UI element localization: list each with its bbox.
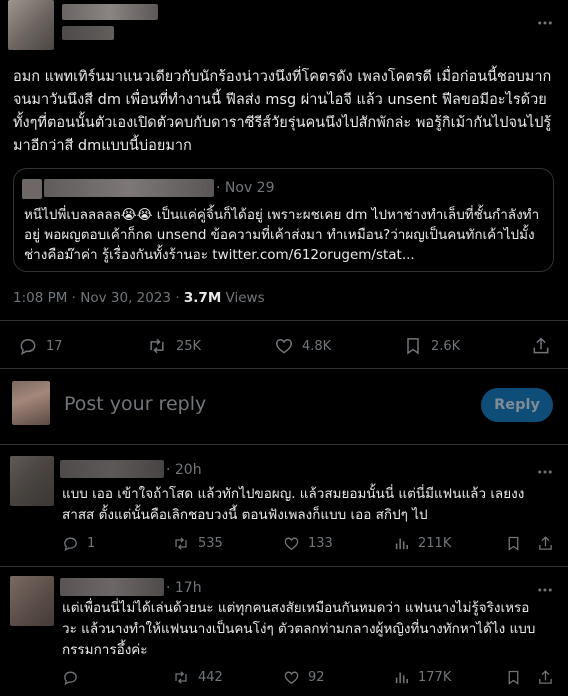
reply-icon	[62, 669, 79, 686]
reply-button[interactable]: 1	[62, 535, 95, 552]
author-avatar-blurred[interactable]	[8, 0, 54, 50]
reply-count: 17	[46, 338, 63, 354]
quoted-author-avatar-blurred	[22, 179, 42, 199]
bookmark-icon[interactable]	[505, 669, 522, 686]
like-button[interactable]: 92	[283, 669, 325, 686]
divider	[0, 320, 568, 321]
heart-icon	[283, 669, 300, 686]
retweet-button[interactable]: 442	[172, 669, 223, 686]
heart-icon	[283, 535, 300, 552]
bookmark-count: 2.6K	[431, 338, 461, 354]
reply-author-avatar-blurred[interactable]	[10, 456, 54, 506]
reply-time: · 17h	[166, 580, 202, 596]
retweet-count: 442	[198, 670, 223, 685]
quoted-author-name-blurred	[44, 179, 214, 197]
reply-text: แบบ เออ เข้าใจถ้าโสด แล้วทักไปขอผญ. แล้ว…	[62, 486, 525, 523]
like-button[interactable]: 133	[283, 535, 333, 552]
user-avatar-blurred	[12, 381, 50, 425]
views-count: 211K	[418, 536, 452, 551]
like-count: 92	[308, 670, 325, 685]
retweet-button[interactable]: 25K	[146, 336, 201, 356]
author-handle-blurred[interactable]	[62, 26, 114, 40]
reply-text: แต่เพื่อนนี่ไม่ได้เล่นด้วยนะ แต่ทุกคนสงส…	[62, 600, 536, 658]
bookmark-icon	[403, 336, 423, 356]
more-options-icon[interactable]	[536, 463, 554, 481]
views-button[interactable]: 177K	[393, 669, 451, 686]
quoted-tweet-text: หนีไปพี่เบลลลลล😭😭 เป็นแค่คู่จิ้นก็ได้อยู…	[24, 207, 540, 263]
share-icon[interactable]	[531, 336, 551, 356]
reply-author-name-blurred[interactable]	[60, 460, 164, 478]
tweet-text: อมก แพทเทิร์นมาแนวเดียวกับนักร้องน่าวงนึ…	[13, 69, 552, 154]
retweet-icon	[172, 669, 190, 686]
bookmark-icon[interactable]	[505, 535, 522, 552]
reply-time: · 20h	[166, 462, 202, 478]
tweet-timestamp: 1:08 PM · Nov 30, 2023 · 3.7M Views	[13, 290, 265, 306]
reply-button[interactable]	[62, 669, 87, 686]
reply-icon	[18, 336, 38, 356]
divider	[0, 368, 568, 369]
reply-submit-button[interactable]: Reply	[481, 388, 553, 422]
like-count: 133	[308, 536, 333, 551]
views-count: 3.7M	[183, 290, 222, 306]
reply-button[interactable]: 17	[18, 336, 63, 356]
share-icon[interactable]	[537, 669, 554, 686]
quoted-tweet-card[interactable]: · Nov 29 หนีไปพี่เบลลลลล😭😭 เป็นแค่คู่จิ้…	[13, 168, 554, 272]
retweet-count: 535	[198, 536, 223, 551]
share-icon[interactable]	[537, 535, 554, 552]
reply-submit-label: Reply	[494, 397, 540, 413]
author-name-blurred[interactable]	[62, 4, 158, 20]
views-chart-icon	[393, 535, 410, 552]
divider	[0, 566, 568, 567]
reply-input[interactable]: Post your reply	[64, 393, 206, 415]
retweet-button[interactable]: 535	[172, 535, 223, 552]
views-chart-icon	[393, 669, 410, 686]
retweet-count: 25K	[176, 338, 202, 354]
divider	[0, 444, 568, 445]
reply-author-name-blurred[interactable]	[60, 578, 164, 596]
views-label: Views	[221, 290, 265, 306]
timestamp-text: 1:08 PM · Nov 30, 2023 ·	[13, 290, 184, 306]
more-options-icon[interactable]	[536, 14, 554, 32]
views-button[interactable]: 211K	[393, 535, 451, 552]
like-count: 4.8K	[302, 338, 332, 354]
heart-icon	[274, 336, 294, 356]
retweet-icon	[172, 535, 190, 552]
more-options-icon[interactable]	[536, 581, 554, 599]
bookmark-button[interactable]: 2.6K	[403, 336, 460, 356]
reply-count: 1	[87, 536, 96, 551]
reply-author-avatar-blurred[interactable]	[10, 576, 54, 626]
like-button[interactable]: 4.8K	[274, 336, 331, 356]
quoted-tweet-date: · Nov 29	[216, 180, 275, 196]
views-count: 177K	[418, 670, 452, 685]
reply-icon	[62, 535, 79, 552]
retweet-icon	[146, 336, 168, 356]
